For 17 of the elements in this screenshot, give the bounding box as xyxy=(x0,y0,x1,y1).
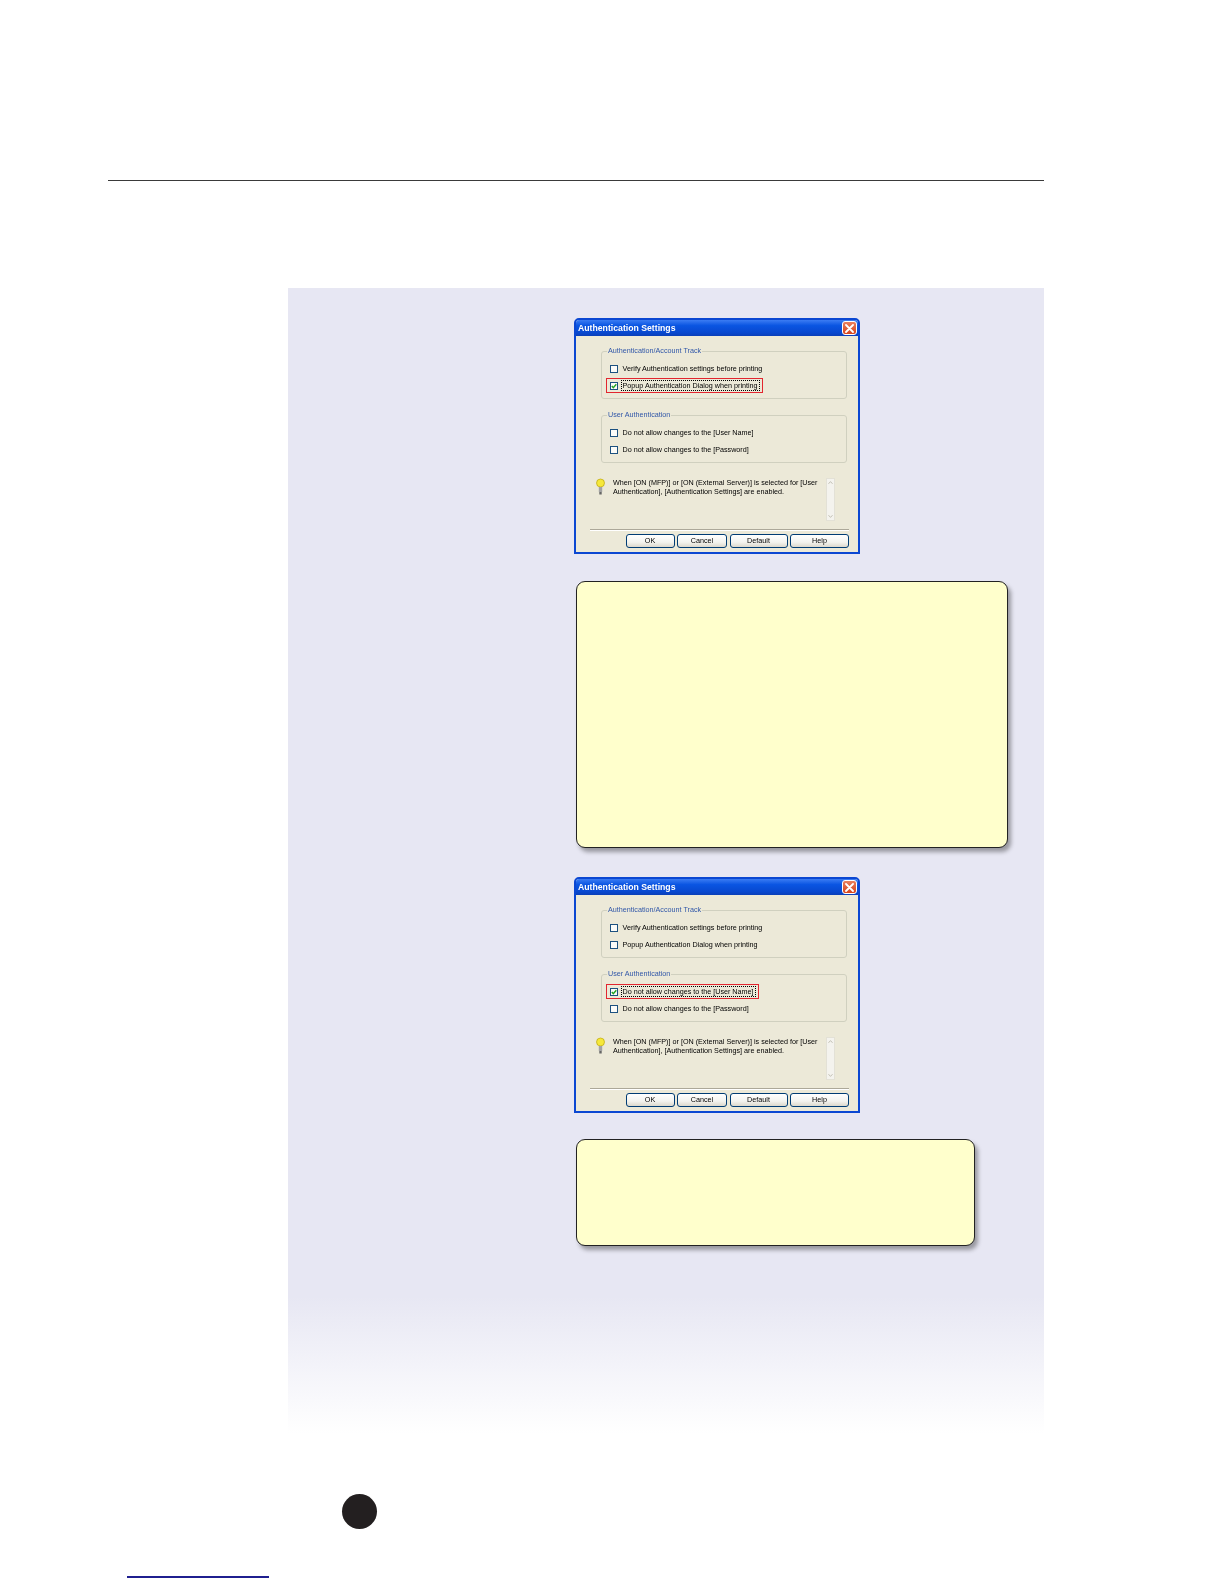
lightbulb-icon xyxy=(596,478,605,495)
lightbulb-icon xyxy=(596,1037,605,1054)
checkbox[interactable] xyxy=(609,364,618,373)
checkbox[interactable] xyxy=(609,445,618,454)
close-button[interactable] xyxy=(842,880,857,894)
checkbox[interactable] xyxy=(609,987,618,996)
dot-icon xyxy=(342,1494,377,1529)
checkbox[interactable] xyxy=(609,1004,618,1013)
close-icon xyxy=(845,323,854,333)
checkbox[interactable] xyxy=(609,428,618,437)
window-title: Authentication Settings xyxy=(578,882,676,892)
window-title: Authentication Settings xyxy=(578,323,676,333)
close-button[interactable] xyxy=(842,321,857,335)
checkbox[interactable] xyxy=(609,940,618,949)
checkbox[interactable] xyxy=(609,923,618,932)
checkbox[interactable] xyxy=(609,381,618,390)
close-icon xyxy=(845,882,854,892)
